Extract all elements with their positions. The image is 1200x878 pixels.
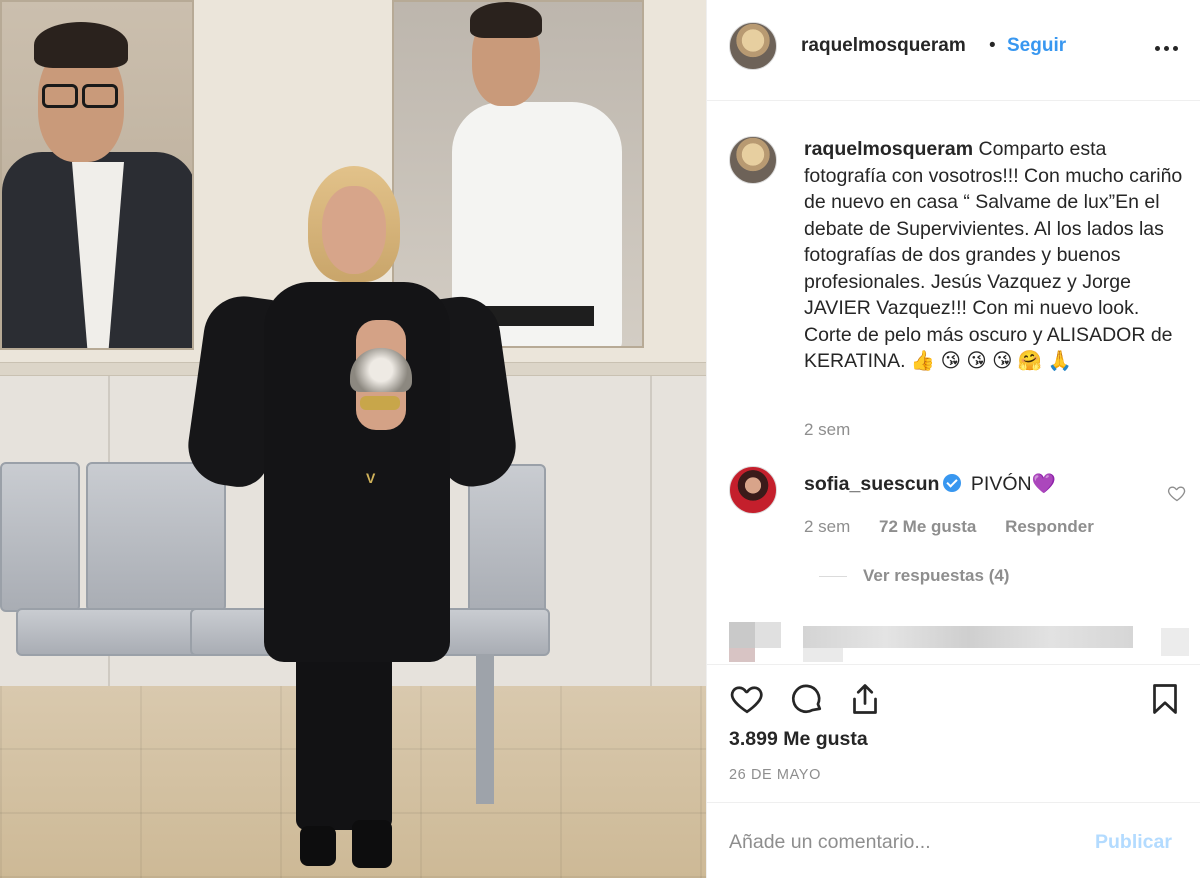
woman-shoe [300,826,336,866]
comment-bubble-icon[interactable] [789,681,825,717]
comment-like-heart-icon[interactable] [1167,483,1187,503]
comment-username[interactable]: sofia_suescun [804,473,939,495]
post-date[interactable]: 26 DE MAYO [729,767,821,783]
caption-text: Comparto esta fotografía con vosotros!!!… [804,138,1183,372]
reply-button[interactable]: Responder [1005,517,1094,536]
post-caption: raquelmosqueram Comparto esta fotografía… [804,136,1184,375]
post-photo[interactable]: V [0,0,706,878]
comment-likes[interactable]: 72 Me gusta [879,517,976,536]
caption-timestamp: 2 sem [804,420,851,439]
follow-button[interactable]: Seguir [1007,35,1066,57]
like-heart-icon[interactable] [729,681,765,717]
like-count[interactable]: 3.899 Me gusta [729,728,868,751]
woman-shoe [352,820,392,868]
commenter-avatar[interactable] [729,466,777,514]
post-header: raquelmosqueram • Seguir [707,0,1200,101]
more-options-icon[interactable] [1153,34,1181,60]
publish-button[interactable]: Publicar [1095,831,1172,854]
comment-timestamp: 2 sem [804,517,851,536]
separator-dot: • [989,35,996,56]
caption-avatar[interactable] [729,136,777,184]
post-sidebar: raquelmosqueram • Seguir raquelmosqueram… [706,0,1200,878]
comment: sofia_suescun PIVÓN💜 [804,472,1056,496]
pixelated-comment [729,614,1199,664]
comment-input[interactable] [729,825,1069,859]
save-bookmark-icon[interactable] [1147,681,1183,717]
poster-hair [470,2,542,38]
poster-hair [34,22,128,68]
wall-poster-left [0,0,194,350]
poster-glasses [42,84,78,108]
verified-badge-icon [943,474,962,492]
view-replies-button[interactable]: Ver respuestas (4) [863,566,1009,586]
comment-meta: 2 sem 72 Me gusta Responder [804,517,1118,537]
poster-glasses [82,84,118,108]
share-icon[interactable] [847,681,883,717]
add-comment-bar: Publicar [707,802,1200,878]
belt-logo: V [366,470,376,486]
woman-face [322,186,386,274]
gold-buckle [360,396,400,410]
avatar[interactable] [729,22,777,70]
header-username[interactable]: raquelmosqueram [801,35,966,57]
caption-username[interactable]: raquelmosqueram [804,138,973,160]
comment-body: PIVÓN💜 [970,473,1056,495]
